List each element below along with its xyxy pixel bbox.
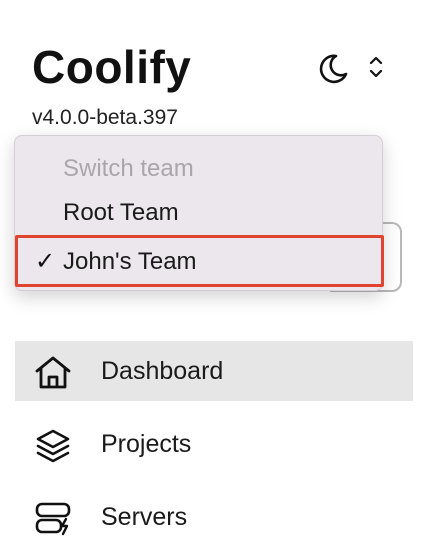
team-option-root[interactable]: Root Team [63,193,179,233]
nav-item-servers[interactable]: Servers [15,487,413,547]
app-title: Coolify [32,41,192,93]
server-icon [35,502,71,536]
theme-toggle-button[interactable] [314,52,350,86]
nav-label-servers: Servers [101,503,188,531]
nav-item-dashboard[interactable]: Dashboard [15,341,413,401]
app-version: v4.0.0-beta.397 [32,106,178,129]
nav-label-projects: Projects [101,430,192,458]
team-switcher-toggle[interactable] [366,52,386,82]
nav-label-dashboard: Dashboard [101,357,224,385]
home-icon [35,356,71,389]
check-icon: ✓ [35,248,56,275]
dropdown-header: Switch team [63,155,194,182]
chevron-up-down-icon [369,56,383,78]
team-option-johns[interactable]: ✓ John's Team [15,235,384,287]
layers-icon [36,429,70,463]
team-dropdown-menu: Switch team Root Team ✓ John's Team [14,135,384,291]
moon-icon [319,54,348,84]
team-option-label: John's Team [63,248,197,275]
nav-item-projects[interactable]: Projects [15,414,413,474]
